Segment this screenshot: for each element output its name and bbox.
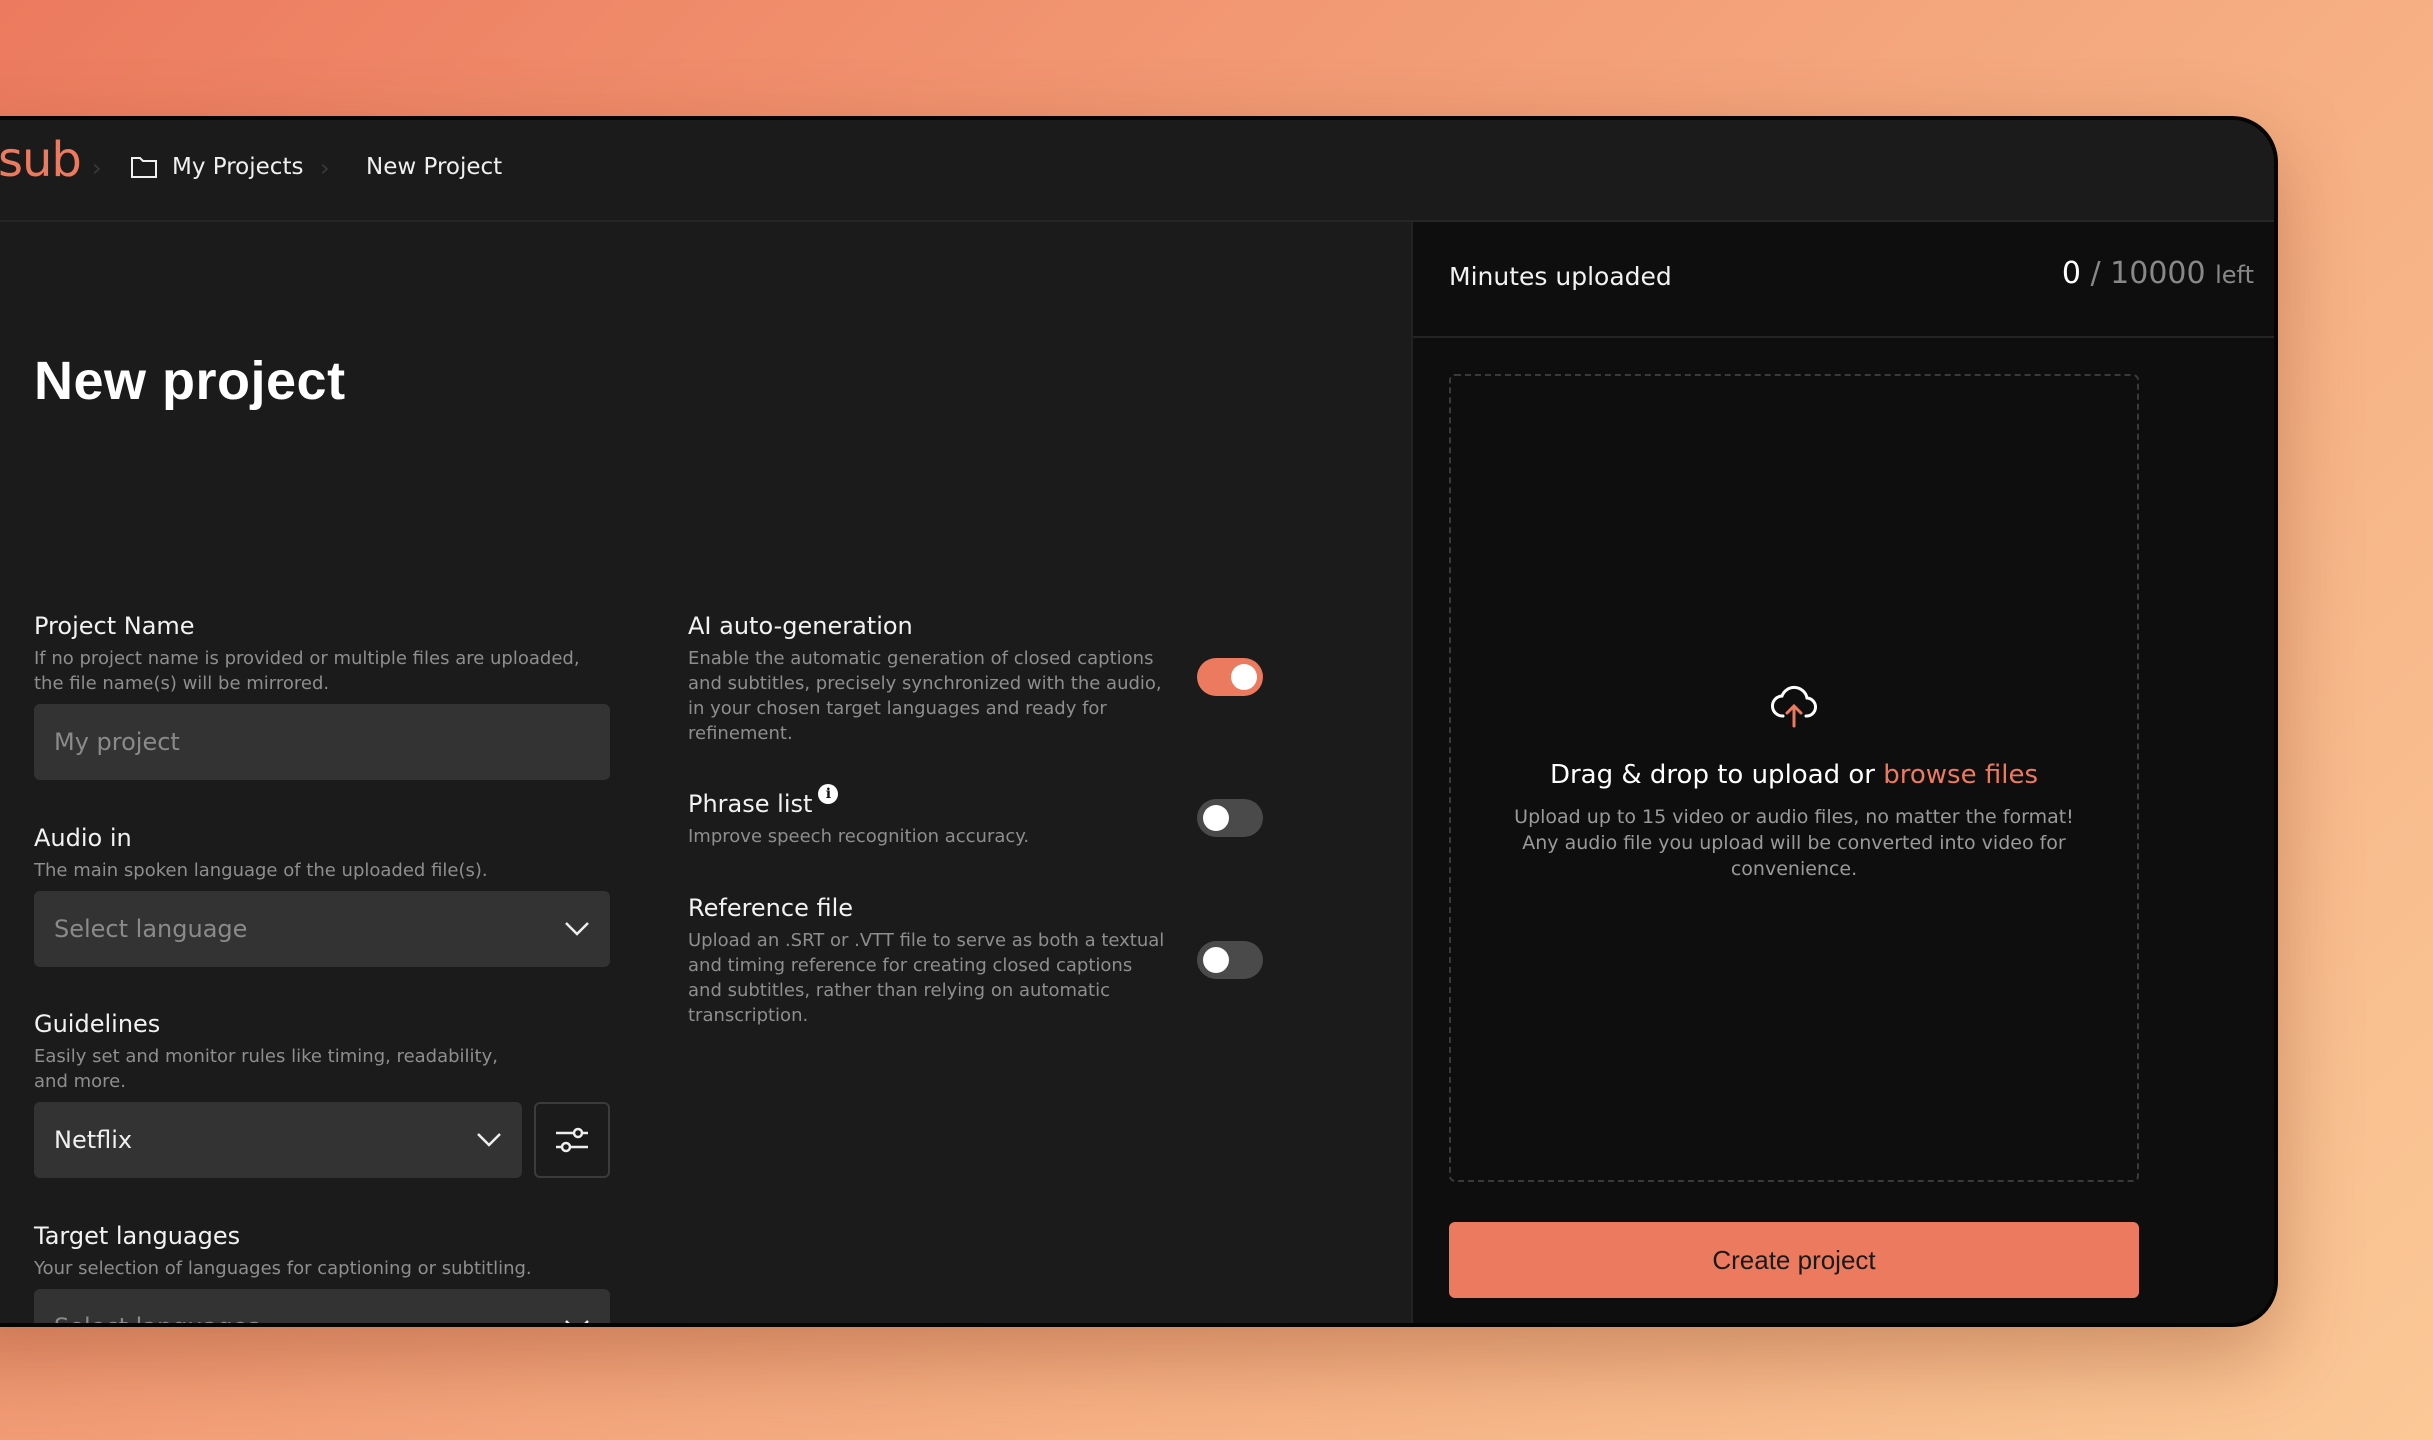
chevron-down-icon bbox=[477, 1133, 501, 1147]
field-label: Target languages bbox=[34, 1222, 241, 1250]
guidelines-select[interactable]: Netflix bbox=[34, 1102, 522, 1178]
select-value: Netflix bbox=[54, 1126, 133, 1154]
create-project-button[interactable]: Create project bbox=[1449, 1222, 2139, 1298]
option-description: Improve speech recognition accuracy. bbox=[688, 826, 1030, 847]
field-description: Easily set and monitor rules like timing… bbox=[34, 1046, 498, 1092]
option-label: AI auto-generation bbox=[688, 612, 913, 640]
ai-auto-generation-toggle[interactable] bbox=[1197, 658, 1263, 696]
cloud-upload-icon bbox=[1771, 685, 1817, 728]
minutes-uploaded-bar: Minutes uploaded 0 / 10000 left bbox=[1413, 222, 2274, 338]
dropzone-description: Upload up to 15 video or audio files, no… bbox=[1514, 806, 2074, 880]
field-description: Your selection of languages for captioni… bbox=[34, 1258, 532, 1279]
field-label: Audio in bbox=[34, 824, 132, 852]
option-phrase-list: Phrase list i Improve speech recognition … bbox=[688, 784, 1268, 857]
guidelines-settings-button[interactable] bbox=[534, 1102, 610, 1178]
target-languages-field: Target languages Your selection of langu… bbox=[34, 1222, 610, 1327]
breadcrumb-label: My Projects bbox=[172, 154, 304, 180]
toggle-knob bbox=[1203, 805, 1229, 831]
upload-sidebar: Minutes uploaded 0 / 10000 left Drag & d… bbox=[1411, 222, 2274, 1323]
option-reference-file: Reference file Upload an .SRT or .VTT fi… bbox=[688, 894, 1268, 1036]
dropzone-title: Drag & drop to upload or browse files bbox=[1451, 760, 2137, 790]
select-placeholder: Select language bbox=[54, 915, 248, 943]
info-icon[interactable]: i bbox=[818, 784, 839, 804]
option-label: Reference file bbox=[688, 894, 854, 922]
app-window: sub › My Projects › New Project New proj… bbox=[0, 116, 2278, 1327]
chevron-down-icon bbox=[565, 922, 589, 936]
option-label-text: Phrase list bbox=[688, 790, 813, 818]
minutes-label: Minutes uploaded bbox=[1449, 262, 1672, 291]
option-label: Phrase list i bbox=[688, 784, 1268, 818]
logo[interactable]: sub bbox=[0, 132, 82, 188]
page-title: New project bbox=[34, 351, 346, 411]
option-description: Enable the automatic generation of close… bbox=[688, 648, 1162, 744]
breadcrumb-separator: › bbox=[92, 154, 102, 182]
project-name-field: Project Name If no project name is provi… bbox=[34, 612, 610, 780]
chevron-down-icon bbox=[565, 1320, 589, 1323]
minutes-total: 10000 bbox=[2110, 256, 2206, 291]
reference-file-toggle[interactable] bbox=[1197, 941, 1263, 979]
phrase-list-toggle[interactable] bbox=[1197, 799, 1263, 837]
field-description: The main spoken language of the uploaded… bbox=[34, 860, 488, 881]
minutes-used: 0 bbox=[2061, 256, 2081, 291]
option-description: Upload an .SRT or .VTT file to serve as … bbox=[688, 930, 1165, 1026]
minutes-suffix: left bbox=[2215, 261, 2254, 289]
dropzone-title-text: Drag & drop to upload or bbox=[1549, 760, 1875, 790]
target-languages-select[interactable]: Select languages bbox=[34, 1289, 610, 1327]
input-placeholder: My project bbox=[54, 728, 180, 756]
guidelines-field: Guidelines Easily set and monitor rules … bbox=[34, 1010, 610, 1178]
field-label: Project Name bbox=[34, 612, 195, 640]
form-panel: New project Project Name If no project n… bbox=[0, 222, 1407, 1323]
top-header: sub › My Projects › New Project bbox=[0, 120, 2274, 222]
breadcrumb-separator: › bbox=[320, 154, 330, 182]
folder-icon bbox=[131, 157, 157, 178]
select-placeholder: Select languages bbox=[54, 1313, 260, 1327]
breadcrumb-new-project: New Project bbox=[366, 154, 502, 180]
breadcrumb-label: New Project bbox=[366, 154, 503, 180]
minutes-count: 0 / 10000 left bbox=[2062, 256, 2254, 291]
browse-files-link[interactable]: browse files bbox=[1883, 760, 2038, 790]
toggle-knob bbox=[1231, 664, 1257, 690]
field-label: Guidelines bbox=[34, 1010, 161, 1038]
minutes-separator: / bbox=[2090, 256, 2101, 291]
option-ai-auto-generation: AI auto-generation Enable the automatic … bbox=[688, 612, 1268, 754]
sliders-icon bbox=[556, 1127, 588, 1153]
audio-in-field: Audio in The main spoken language of the… bbox=[34, 824, 610, 967]
field-description: If no project name is provided or multip… bbox=[34, 648, 580, 694]
audio-language-select[interactable]: Select language bbox=[34, 891, 610, 967]
toggle-knob bbox=[1203, 947, 1229, 973]
breadcrumb-my-projects[interactable]: My Projects bbox=[130, 154, 303, 180]
file-dropzone[interactable]: Drag & drop to upload or browse files Up… bbox=[1449, 374, 2139, 1182]
project-name-input[interactable]: My project bbox=[34, 704, 610, 780]
